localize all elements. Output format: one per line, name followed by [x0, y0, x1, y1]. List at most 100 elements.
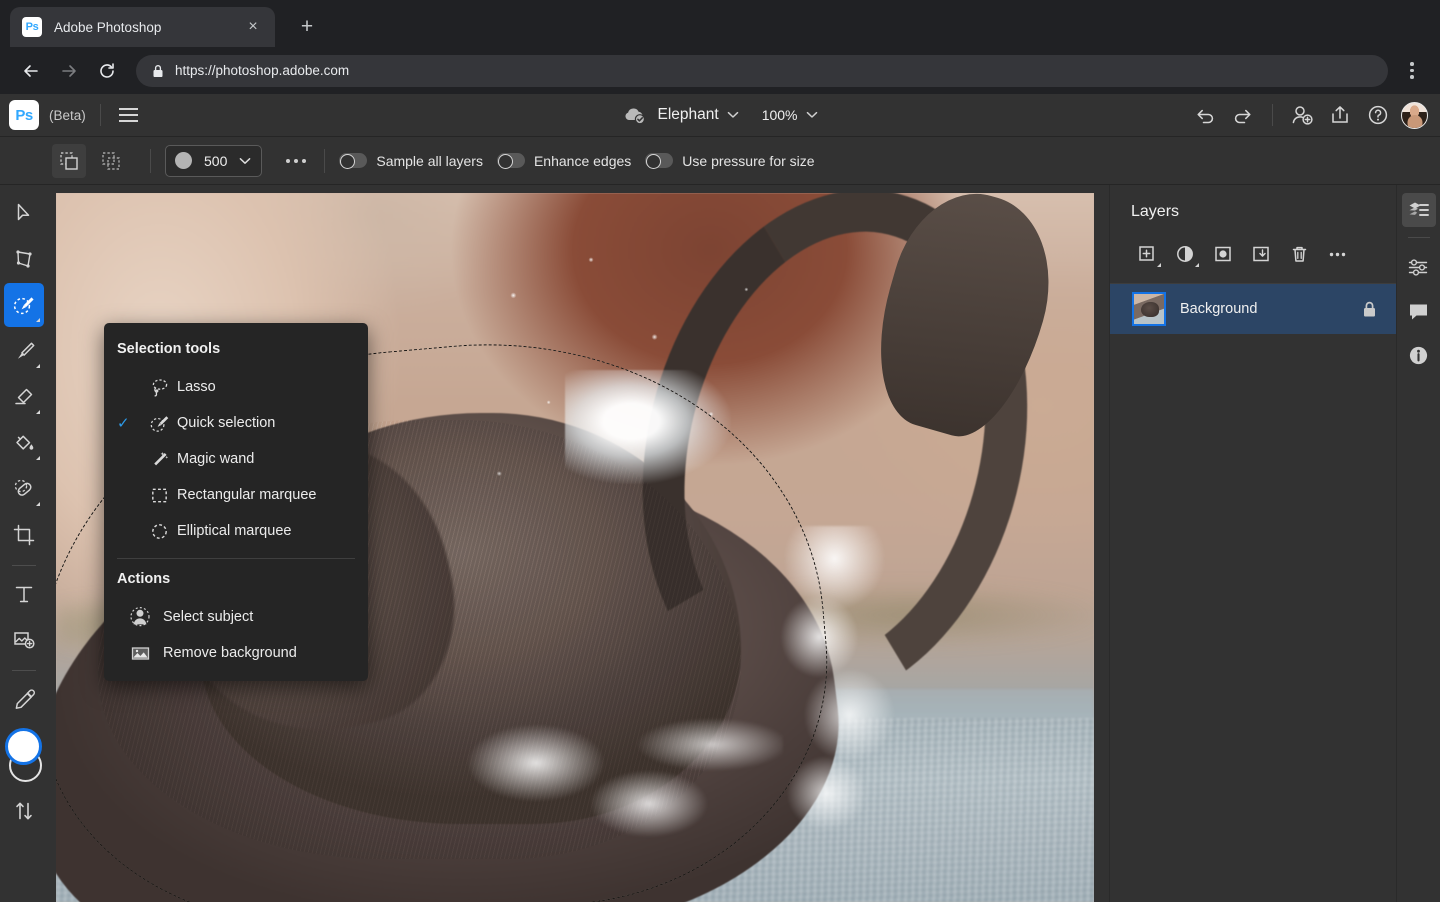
- menu-item-rectangular-marquee[interactable]: Rectangular marquee: [104, 477, 368, 513]
- zoom-level[interactable]: 100%: [762, 107, 798, 123]
- place-image-tool[interactable]: [4, 618, 44, 662]
- lock-icon[interactable]: [1361, 300, 1378, 319]
- tab-strip: Ps Adobe Photoshop × +: [0, 0, 1440, 47]
- photo-droplets: [471, 235, 825, 534]
- divider: [117, 558, 355, 559]
- menu-item-remove-background[interactable]: Remove background: [104, 635, 368, 671]
- close-icon[interactable]: ×: [243, 19, 263, 35]
- trash-icon[interactable]: [1280, 239, 1318, 269]
- clipping-mask-button[interactable]: [1242, 239, 1280, 269]
- eyedropper-tool[interactable]: [4, 677, 44, 721]
- divider: [324, 148, 326, 173]
- layers-panel: Layers Background: [1109, 185, 1396, 902]
- redo-icon[interactable]: [1228, 100, 1258, 130]
- brush-size-value: 500: [204, 152, 228, 169]
- menu-item-select-subject[interactable]: Select subject: [104, 599, 368, 635]
- canvas-area[interactable]: Selection tools Lasso ✓ Quick selection …: [48, 185, 1109, 902]
- layers-panel-toggle[interactable]: [1401, 193, 1436, 227]
- swap-colors-icon[interactable]: [4, 789, 44, 833]
- foreground-color-swatch[interactable]: [5, 728, 42, 765]
- menu-item-quick-selection[interactable]: ✓ Quick selection: [104, 405, 368, 441]
- magic-wand-icon: [141, 449, 177, 470]
- brush-preview-icon: [175, 152, 192, 169]
- photoshop-favicon: Ps: [22, 17, 42, 37]
- document-name[interactable]: Elephant: [657, 106, 718, 124]
- browser-menu-icon[interactable]: [1396, 55, 1428, 87]
- quick-selection-tool[interactable]: [4, 283, 44, 327]
- layer-mask-button[interactable]: [1204, 239, 1242, 269]
- add-layer-button[interactable]: [1128, 239, 1166, 269]
- color-swatches[interactable]: [2, 727, 46, 789]
- photoshop-app: Ps (Beta) Elephant 100% 500 Sample all l…: [0, 94, 1440, 902]
- menu-item-elliptical-marquee[interactable]: Elliptical marquee: [104, 513, 368, 549]
- panel-rail: [1396, 185, 1440, 902]
- quick-selection-icon: [141, 413, 177, 434]
- tab-title: Adobe Photoshop: [54, 19, 162, 35]
- use-pressure-for-size-toggle[interactable]: [645, 153, 674, 169]
- rectangular-marquee-icon: [141, 485, 177, 506]
- enhance-edges-toggle[interactable]: [496, 153, 525, 169]
- hamburger-menu-icon[interactable]: [115, 104, 142, 126]
- table-row[interactable]: Background: [1110, 284, 1396, 334]
- undo-icon[interactable]: [1190, 100, 1220, 130]
- flyout-section-title-tools: Selection tools: [117, 341, 221, 357]
- add-person-icon[interactable]: [1287, 100, 1317, 130]
- crop-tool[interactable]: [4, 513, 44, 557]
- enhance-edges-label: Enhance edges: [533, 152, 632, 169]
- eraser-tool[interactable]: [4, 375, 44, 419]
- lock-icon: [152, 64, 164, 78]
- reload-icon[interactable]: [88, 52, 126, 90]
- menu-item-label: Rectangular marquee: [177, 487, 317, 503]
- select-subject-icon: [117, 606, 163, 628]
- add-to-selection-button[interactable]: [52, 143, 86, 178]
- adjustment-layer-button[interactable]: [1166, 239, 1204, 269]
- transform-tool[interactable]: [4, 237, 44, 281]
- menu-item-lasso[interactable]: Lasso: [104, 369, 368, 405]
- elliptical-marquee-icon: [141, 521, 177, 542]
- menu-item-label: Remove background: [163, 645, 297, 661]
- new-tab-button[interactable]: +: [293, 15, 321, 39]
- divider: [150, 148, 151, 173]
- back-arrow-icon[interactable]: [12, 52, 50, 90]
- enhance-edges-toggle-group: Enhance edges: [496, 152, 632, 169]
- brush-tool[interactable]: [4, 329, 44, 373]
- more-options-button[interactable]: [282, 151, 310, 171]
- sample-all-layers-toggle-group: Sample all layers: [339, 153, 483, 169]
- layer-name: Background: [1180, 301, 1258, 317]
- menu-item-label: Elliptical marquee: [177, 523, 292, 539]
- browser-tab[interactable]: Ps Adobe Photoshop ×: [10, 7, 275, 47]
- header-actions: [1190, 100, 1440, 130]
- brush-size-selector[interactable]: 500: [165, 144, 263, 177]
- avatar[interactable]: [1401, 101, 1428, 129]
- remove-background-icon: [117, 642, 163, 664]
- help-icon[interactable]: [1363, 100, 1393, 130]
- flyout-section-title-actions: Actions: [117, 571, 171, 587]
- url-text: https://photoshop.adobe.com: [175, 63, 350, 78]
- menu-item-label: Lasso: [177, 379, 216, 395]
- layers-more-options-button[interactable]: [1318, 239, 1356, 269]
- address-bar[interactable]: https://photoshop.adobe.com: [136, 54, 1388, 87]
- forward-arrow-icon[interactable]: [50, 52, 88, 90]
- spot-healing-tool[interactable]: [4, 467, 44, 511]
- move-tool[interactable]: [4, 191, 44, 235]
- browser-toolbar: https://photoshop.adobe.com: [0, 47, 1440, 94]
- info-panel-toggle[interactable]: [1402, 338, 1436, 372]
- beta-label: (Beta): [49, 107, 86, 123]
- divider: [99, 104, 101, 126]
- paint-bucket-tool[interactable]: [4, 421, 44, 465]
- menu-item-label: Select subject: [163, 609, 254, 625]
- subtract-from-selection-button[interactable]: [94, 144, 128, 178]
- app-body: Selection tools Lasso ✓ Quick selection …: [0, 185, 1440, 902]
- divider: [1407, 237, 1430, 238]
- chevron-down-icon[interactable]: [727, 111, 739, 119]
- adjustments-panel-toggle[interactable]: [1402, 250, 1436, 284]
- type-tool[interactable]: [4, 572, 44, 616]
- comments-panel-toggle[interactable]: [1402, 294, 1436, 328]
- chevron-down-icon[interactable]: [806, 111, 818, 119]
- menu-item-magic-wand[interactable]: Magic wand: [104, 441, 368, 477]
- sample-all-layers-toggle[interactable]: [339, 153, 368, 169]
- share-icon[interactable]: [1325, 100, 1355, 130]
- lasso-icon: [141, 377, 177, 398]
- sample-all-layers-label: Sample all layers: [376, 152, 483, 169]
- panel-title: Layers: [1131, 203, 1180, 220]
